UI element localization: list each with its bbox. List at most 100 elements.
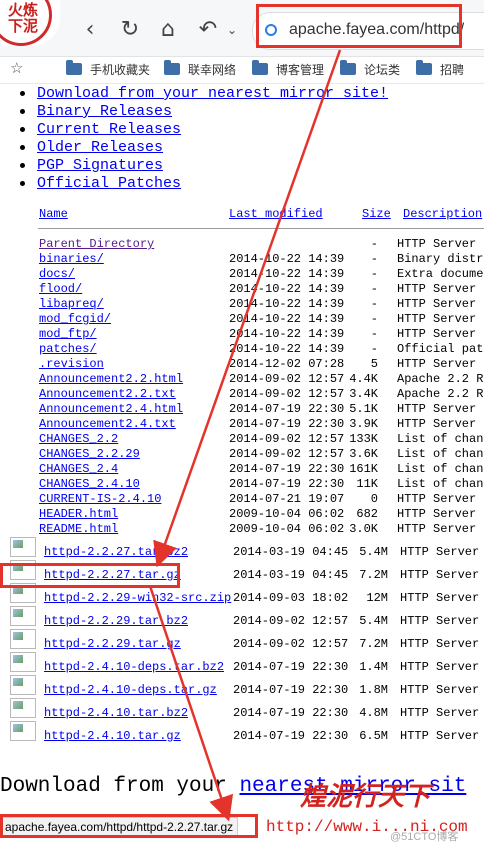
- table-row: libapreq/2014-10-22 14:39 - HTTP Server: [0, 297, 484, 312]
- file-size: 3.4K: [349, 387, 378, 401]
- file-size: 133K: [349, 432, 378, 446]
- back-icon[interactable]: ‹: [78, 18, 102, 42]
- home-icon[interactable]: ⌂: [156, 18, 180, 42]
- file-icon[interactable]: [10, 698, 36, 718]
- modified-date: 2014-09-03 18:02: [233, 591, 349, 605]
- star-icon[interactable]: ☆: [10, 59, 23, 77]
- file-link[interactable]: httpd-2.2.29.tar.gz: [44, 637, 181, 651]
- table-row: httpd-2.2.29.tar.bz2 2014-09-02 12:57 5.4M…: [0, 606, 484, 637]
- file-link[interactable]: patches/: [39, 342, 97, 356]
- file-link[interactable]: mod_fcgid/: [39, 312, 111, 326]
- column-header-description[interactable]: Description: [403, 207, 482, 221]
- modified-date: 2014-07-19 22:30: [229, 417, 345, 431]
- bookmark-folder[interactable]: 论坛类: [340, 60, 400, 79]
- file-size: 7.2M: [359, 637, 388, 651]
- file-link[interactable]: binaries/: [39, 252, 104, 266]
- folder-icon: [164, 60, 180, 75]
- file-link[interactable]: httpd-2.2.29-win32-src.zip: [44, 591, 231, 605]
- official-patches-link[interactable]: Official Patches: [37, 175, 181, 192]
- mirror-link[interactable]: Download from your nearest mirror site!: [37, 85, 388, 102]
- table-row: Announcement2.2.html 2014-09-02 12:57 4.4K…: [0, 372, 484, 387]
- file-description: List of chan: [397, 462, 484, 476]
- file-link[interactable]: HEADER.html: [39, 507, 118, 521]
- table-row: httpd-2.4.10-deps.tar.gz 2014-07-19 22:30…: [0, 675, 484, 706]
- bookmark-folder[interactable]: 联幸网络: [164, 60, 236, 79]
- undo-icon[interactable]: ↶: [196, 18, 220, 42]
- chevron-down-icon[interactable]: ⌄: [220, 18, 244, 42]
- file-size: 682: [356, 507, 378, 521]
- file-link[interactable]: README.html: [39, 522, 118, 536]
- file-link[interactable]: CHANGES_2.4.10: [39, 477, 140, 491]
- file-icon[interactable]: [10, 629, 36, 649]
- modified-date: 2014-09-02 12:57: [229, 387, 345, 401]
- file-link[interactable]: Announcement2.2.txt: [39, 387, 176, 401]
- bookmark-folder[interactable]: 手机收藏夹: [66, 60, 150, 79]
- file-link[interactable]: CHANGES_2.2: [39, 432, 118, 446]
- file-description: Apache 2.2 R: [397, 387, 484, 401]
- file-link[interactable]: httpd-2.2.27.tar.bz2: [44, 545, 188, 559]
- bookmark-folder[interactable]: 招聘: [416, 60, 464, 79]
- file-size: 7.2M: [359, 568, 388, 582]
- table-row: mod_ftp/2014-10-22 14:39 - HTTP Server: [0, 327, 484, 342]
- file-description: HTTP Server: [397, 402, 477, 416]
- file-icon[interactable]: [10, 652, 36, 672]
- file-link[interactable]: httpd-2.4.10-deps.tar.gz: [44, 683, 217, 697]
- file-size: 6.5M: [359, 729, 388, 743]
- file-size: 4.4K: [349, 372, 378, 386]
- table-row: CURRENT-IS-2.4.10 2014-07-21 19:07 0 HTTP S…: [0, 492, 484, 507]
- file-link[interactable]: httpd-2.4.10.tar.bz2: [44, 706, 188, 720]
- table-row: README.html 2009-10-04 06:02 3.0K HTTP Serv…: [0, 522, 484, 537]
- reload-icon[interactable]: ↻: [118, 18, 142, 42]
- column-header-modified[interactable]: Last modified: [229, 207, 323, 221]
- column-header-name[interactable]: Name: [39, 207, 68, 221]
- file-description: HTTP Server: [400, 637, 480, 651]
- column-header-size[interactable]: Size: [362, 207, 391, 221]
- older-releases-link[interactable]: Older Releases: [37, 139, 163, 156]
- file-link[interactable]: docs/: [39, 267, 75, 281]
- file-size: 3.9K: [349, 417, 378, 431]
- file-link[interactable]: Announcement2.2.html: [39, 372, 183, 386]
- file-link[interactable]: Announcement2.4.html: [39, 402, 183, 416]
- watermark-text: 煌泥行天下: [300, 782, 431, 812]
- binary-releases-link[interactable]: Binary Releases: [37, 103, 172, 120]
- file-link[interactable]: libapreq/: [39, 297, 104, 311]
- file-link[interactable]: flood/: [39, 282, 82, 296]
- table-row: httpd-2.4.10.tar.bz2 2014-07-19 22:30 4.8M…: [0, 698, 484, 729]
- pgp-signatures-link[interactable]: PGP Signatures: [37, 157, 163, 174]
- file-link[interactable]: CHANGES_2.2.29: [39, 447, 140, 461]
- bookmark-folder[interactable]: 博客管理: [252, 60, 324, 79]
- table-row: .revision 2014-12-02 07:28 5 HTTP Server: [0, 357, 484, 372]
- file-icon[interactable]: [10, 606, 36, 626]
- table-row: Announcement2.2.txt 2014-09-02 12:57 3.4K A…: [0, 387, 484, 402]
- modified-date: 2014-10-22 14:39: [229, 297, 345, 311]
- file-link[interactable]: httpd-2.4.10-deps.tar.bz2: [44, 660, 224, 674]
- file-size: -: [370, 327, 378, 341]
- file-link[interactable]: httpd-2.4.10.tar.gz: [44, 729, 181, 743]
- file-link[interactable]: CHANGES_2.4: [39, 462, 118, 476]
- file-icon[interactable]: [10, 721, 36, 741]
- file-icon[interactable]: [10, 675, 36, 695]
- file-link[interactable]: Parent Directory: [39, 237, 154, 251]
- table-row: patches/2014-10-22 14:39 - Official pat: [0, 342, 484, 357]
- file-link[interactable]: .revision: [39, 357, 104, 371]
- file-size: -: [370, 267, 378, 281]
- file-size: 12M: [366, 591, 388, 605]
- table-row: CHANGES_2.4 2014-07-19 22:30 161K List of c…: [0, 462, 484, 477]
- file-size: 1.8M: [359, 683, 388, 697]
- file-icon[interactable]: [10, 537, 36, 557]
- modified-date: 2014-07-19 22:30: [233, 706, 349, 720]
- file-link[interactable]: CURRENT-IS-2.4.10: [39, 492, 161, 506]
- file-description: Official pat: [397, 342, 484, 356]
- file-description: HTTP Server: [397, 522, 477, 536]
- folder-icon: [252, 60, 268, 75]
- file-link[interactable]: Announcement2.4.txt: [39, 417, 176, 431]
- file-description: HTTP Server: [400, 545, 480, 559]
- file-description: HTTP Server: [397, 237, 477, 251]
- file-description: HTTP Server: [397, 507, 477, 521]
- modified-date: 2014-09-02 12:57: [233, 614, 349, 628]
- current-releases-link[interactable]: Current Releases: [37, 121, 181, 138]
- table-row: httpd-2.2.29.tar.gz 2014-09-02 12:57 7.2M H…: [0, 629, 484, 660]
- file-link[interactable]: mod_ftp/: [39, 327, 97, 341]
- file-link[interactable]: httpd-2.2.29.tar.bz2: [44, 614, 188, 628]
- file-size: -: [370, 342, 378, 356]
